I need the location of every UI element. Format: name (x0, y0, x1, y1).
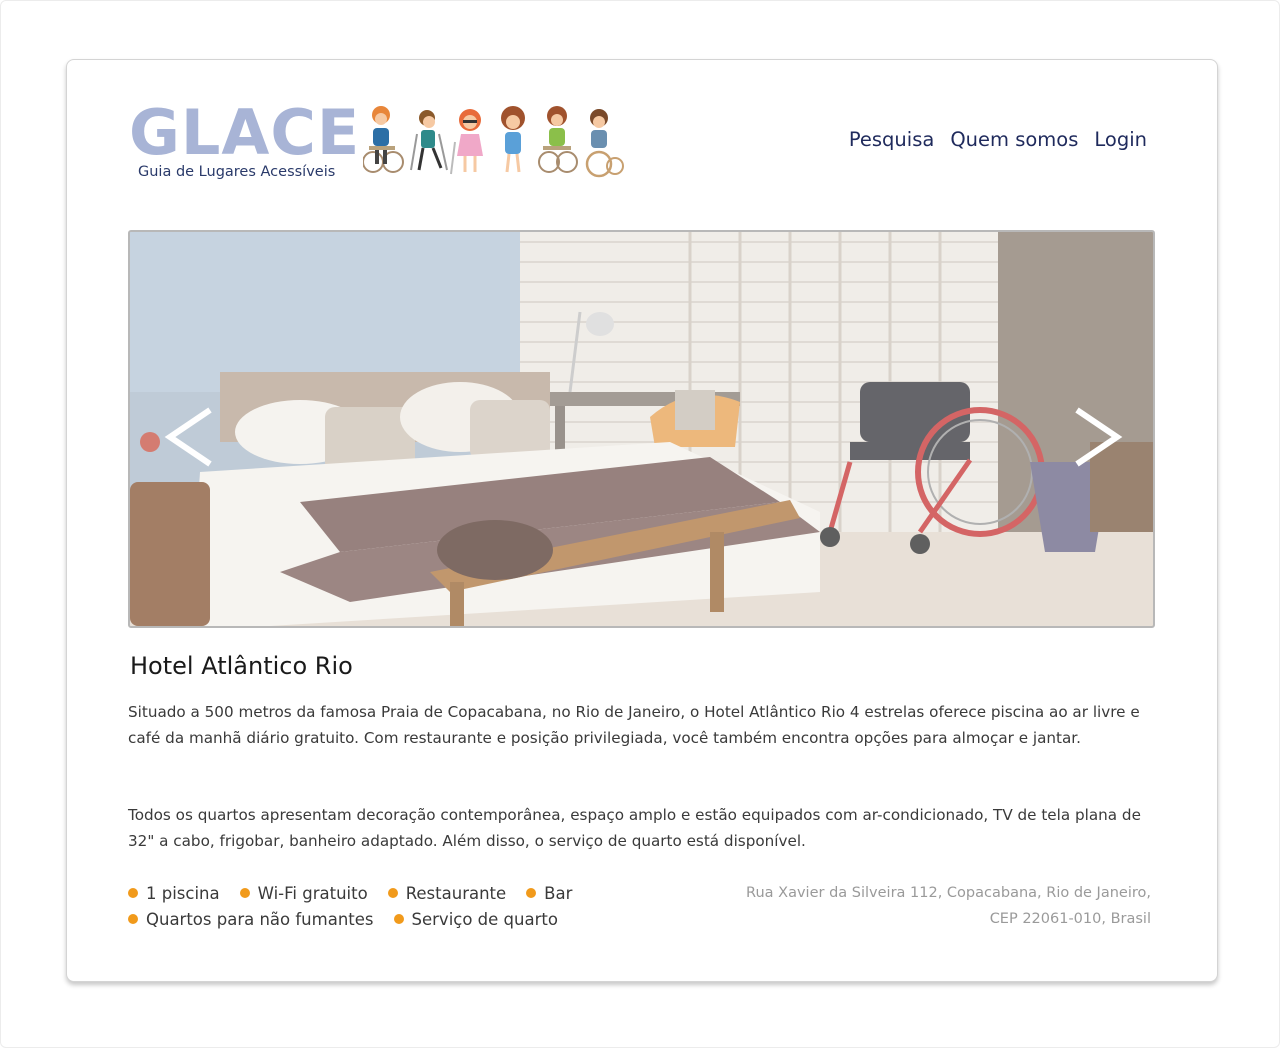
bullet-icon (239, 888, 250, 898)
amenity-item: 1 piscina (128, 884, 220, 903)
carousel-prev-button[interactable] (160, 402, 220, 472)
hotel-description-1: Situado a 500 metros da famosa Praia de … (128, 703, 1140, 747)
character-girl-icon (501, 106, 525, 173)
hotel-card: GLACE Guia de Lugares Acessíveis Pesquis… (66, 59, 1218, 982)
character-wheelchair-woman-icon (585, 109, 624, 178)
amenity-item: Serviço de quarto (393, 910, 558, 929)
character-wheelchair-girl-icon (538, 106, 578, 173)
amenity-item: Quartos para não fumantes (128, 910, 374, 929)
bullet-icon (387, 888, 398, 898)
amenity-item: Restaurante (387, 884, 506, 903)
character-crutches-icon (410, 110, 448, 171)
amenities-row-2: Quartos para não fumantes Serviço de qua… (128, 906, 648, 932)
hotel-description-2: Todos os quartos apresentam decoração co… (128, 806, 1141, 850)
photo-carousel[interactable] (128, 230, 1155, 628)
main-nav: Pesquisa Quem somos Login (849, 128, 1147, 151)
amenity-item: Wi-Fi gratuito (239, 884, 368, 903)
chevron-right-icon (1075, 407, 1123, 467)
carousel-next-button[interactable] (1067, 402, 1127, 472)
character-cane-icon (450, 109, 483, 175)
amenities-row-1: 1 piscina Wi-Fi gratuito Restaurante Bar (128, 880, 648, 906)
amenities-list: 1 piscina Wi-Fi gratuito Restaurante Bar… (128, 880, 648, 932)
nav-pesquisa[interactable]: Pesquisa (849, 128, 934, 151)
address-line-1: Rua Xavier da Silveira 112, Copacabana, … (746, 885, 1151, 901)
bullet-icon (393, 914, 404, 924)
chevron-left-icon (164, 407, 212, 467)
address-line-2: CEP 22061-010, Brasil (989, 911, 1151, 927)
bullet-icon (526, 888, 537, 898)
bullet-icon (128, 914, 138, 924)
logo-wordmark: GLACE (129, 96, 361, 169)
bullet-icon (128, 888, 138, 898)
logo-subtitle: Guia de Lugares Acessíveis (138, 164, 336, 180)
hotel-name: Hotel Atlântico Rio (130, 652, 353, 680)
amenity-item: Bar (526, 884, 572, 903)
hotel-address: Rua Xavier da Silveira 112, Copacabana, … (746, 880, 1151, 932)
nav-login[interactable]: Login (1094, 128, 1147, 151)
hotel-room-photo (130, 232, 1153, 626)
nav-quem-somos[interactable]: Quem somos (950, 128, 1078, 151)
character-wheelchair-icon (363, 106, 404, 173)
accessibility-characters-illustration (363, 106, 624, 178)
glace-logo[interactable]: GLACE Guia de Lugares Acessíveis (129, 98, 359, 188)
